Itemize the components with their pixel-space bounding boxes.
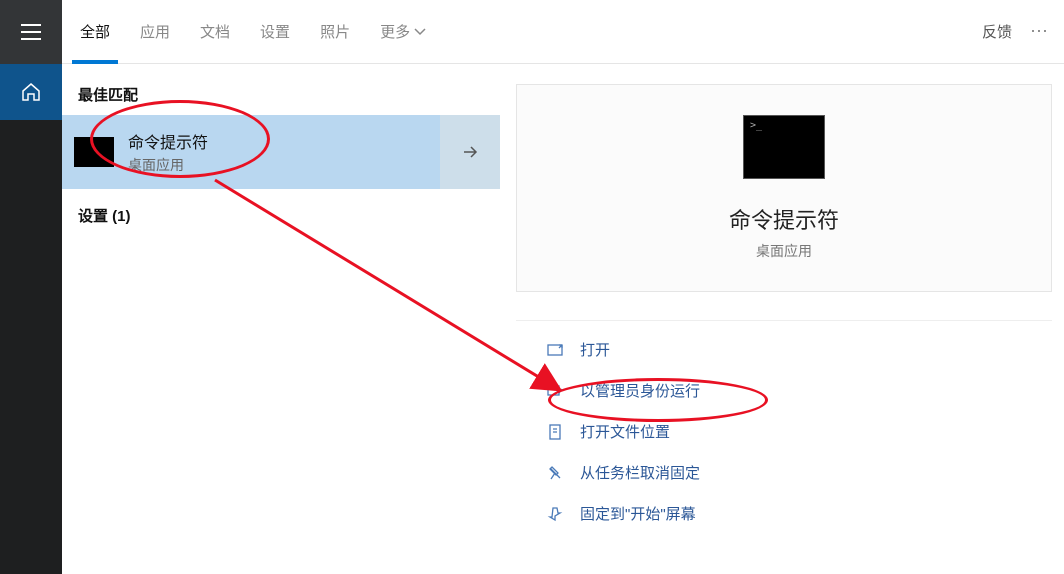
tab-all[interactable]: 全部 [80, 0, 110, 64]
best-match-header: 最佳匹配 [62, 78, 500, 115]
cmd-icon [74, 137, 114, 167]
more-options-button[interactable]: ⋯ [1030, 21, 1050, 42]
action-label: 固定到"开始"屏幕 [580, 503, 696, 524]
preview-pane: 命令提示符 桌面应用 打开 以管理员身份运行 打开文件位置 [500, 64, 1064, 574]
left-sidebar [0, 64, 62, 574]
best-match-item[interactable]: 命令提示符 桌面应用 [62, 115, 500, 189]
action-unpin-taskbar[interactable]: 从任务栏取消固定 [546, 462, 1052, 483]
results-column: 最佳匹配 命令提示符 桌面应用 设置 (1) [62, 64, 500, 574]
best-match-title: 命令提示符 [128, 129, 208, 153]
action-pin-start[interactable]: 固定到"开始"屏幕 [546, 503, 1052, 524]
preview-card: 命令提示符 桌面应用 [516, 84, 1052, 292]
arrow-right-icon [460, 142, 480, 162]
preview-title: 命令提示符 [729, 203, 839, 235]
topbar: 全部 应用 文档 设置 照片 更多 反馈 ⋯ [0, 0, 1064, 64]
action-open[interactable]: 打开 [546, 339, 1052, 360]
tab-settings[interactable]: 设置 [260, 0, 290, 64]
preview-subtitle: 桌面应用 [756, 241, 812, 261]
action-label: 打开 [580, 339, 610, 360]
hamburger-icon [21, 24, 41, 40]
action-label: 打开文件位置 [580, 421, 670, 442]
tab-apps[interactable]: 应用 [140, 0, 170, 64]
action-label: 从任务栏取消固定 [580, 462, 700, 483]
unpin-icon [546, 465, 564, 481]
settings-section-header[interactable]: 设置 (1) [62, 199, 500, 236]
home-button[interactable] [0, 64, 62, 120]
hamburger-menu-button[interactable] [0, 0, 62, 64]
pin-start-icon [546, 506, 564, 522]
home-icon [21, 82, 41, 102]
folder-icon [546, 424, 564, 440]
best-match-expand-button[interactable] [440, 115, 500, 189]
actions-list: 打开 以管理员身份运行 打开文件位置 从任务栏取消固定 [516, 320, 1052, 524]
action-run-as-admin[interactable]: 以管理员身份运行 [546, 380, 1052, 401]
open-icon [546, 342, 564, 358]
best-match-subtitle: 桌面应用 [128, 155, 208, 175]
tab-photos[interactable]: 照片 [320, 0, 350, 64]
best-match-text: 命令提示符 桌面应用 [128, 129, 208, 175]
tab-more[interactable]: 更多 [380, 0, 426, 64]
action-label: 以管理员身份运行 [580, 380, 700, 401]
chevron-down-icon [414, 28, 426, 36]
tab-documents[interactable]: 文档 [200, 0, 230, 64]
feedback-link[interactable]: 反馈 [982, 21, 1012, 42]
main-area: 最佳匹配 命令提示符 桌面应用 设置 (1) 命令提示符 桌面应用 打开 [0, 64, 1064, 574]
preview-app-icon [743, 115, 825, 179]
admin-icon [546, 383, 564, 399]
action-open-location[interactable]: 打开文件位置 [546, 421, 1052, 442]
filter-tabs: 全部 应用 文档 设置 照片 更多 [80, 0, 426, 64]
